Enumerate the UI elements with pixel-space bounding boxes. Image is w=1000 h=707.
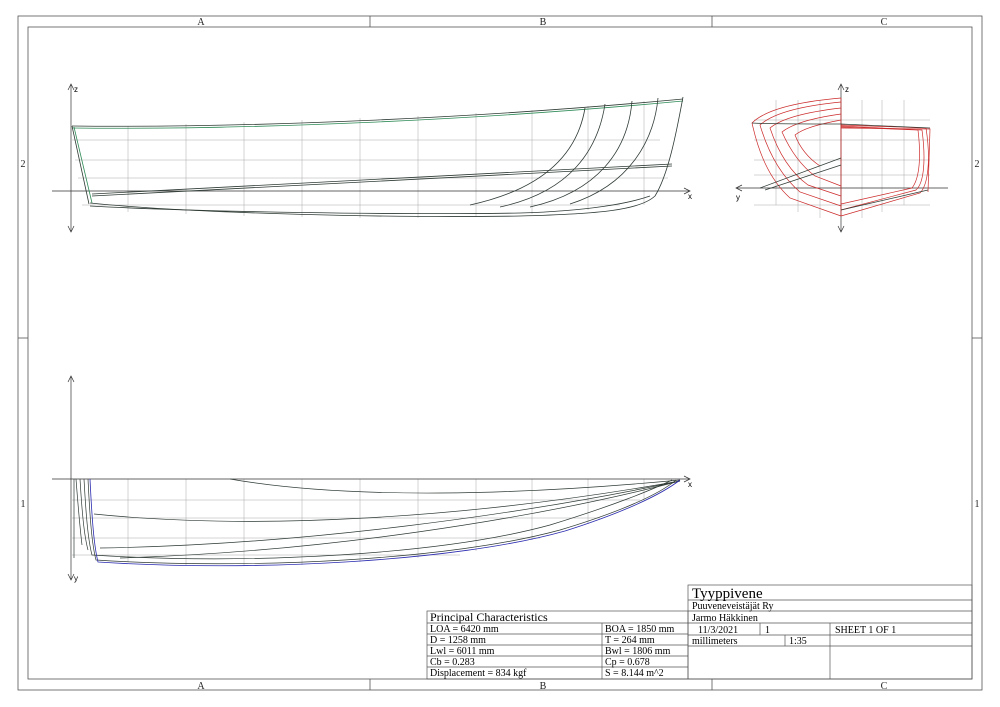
title-block: Tyyppivene Puuveneveistäjät Ry Jarmo Häk… (687, 584, 973, 680)
principal-characteristics-title: Principal Characteristics (430, 610, 548, 624)
zone-top-b: B (540, 17, 547, 28)
pc-row-3-left: Lwl = 6011 mm (430, 646, 495, 657)
author-name: Jarmo Häkkinen (692, 613, 758, 624)
zone-left-1: 1 (21, 499, 26, 510)
plan-axis-y-label: y (74, 574, 78, 583)
sheet-number: SHEET 1 OF 1 (835, 625, 896, 636)
pc-row-4-left: Cb = 0.283 (430, 657, 475, 668)
profile-axis-z-label: z (74, 85, 78, 94)
body-plan-view: y z (735, 83, 948, 233)
sheet-frame (17, 15, 983, 691)
profile-hull-lines (71, 96, 684, 217)
pc-row-5-right: S = 8.144 m^2 (605, 668, 664, 679)
zone-markers: A B C A B C 2 1 2 1 (21, 17, 980, 692)
plan-sheer-line (89, 478, 681, 567)
body-plan-axis-y-label: y (736, 193, 740, 202)
body-plan-stations-aft (751, 97, 842, 217)
body-plan-grid (754, 100, 930, 218)
profile-axes (52, 83, 691, 233)
drawing-date: 11/3/2021 (698, 625, 738, 636)
company-name: Puuveneveistäjät Ry (692, 601, 774, 612)
drawing-units: millimeters (692, 636, 738, 647)
principal-characteristics-table: Principal Characteristics LOA = 6420 mm … (426, 610, 689, 680)
lines-drawing-sheet: A B C A B C 2 1 2 1 x z y z x y Principa… (17, 15, 983, 692)
pc-row-2-right: T = 264 mm (605, 635, 655, 646)
plan-axis-x-label: x (688, 480, 692, 489)
zone-bottom-c: C (881, 681, 888, 692)
pc-row-4-right: Cp = 0.678 (605, 657, 650, 668)
body-plan-axis-z-label: z (845, 85, 849, 94)
zone-right-2: 2 (975, 159, 980, 170)
drawing-revision: 1 (765, 625, 770, 636)
plan-axes (52, 375, 691, 581)
zone-left-2: 2 (21, 159, 26, 170)
zone-top-a: A (197, 17, 205, 28)
pc-row-5-left: Displacement = 834 kgf (430, 668, 527, 679)
profile-axis-x-label: x (688, 192, 692, 201)
drawing-scale: 1:35 (789, 636, 807, 647)
zone-bottom-b: B (540, 681, 547, 692)
pc-row-3-right: Bwl = 1806 mm (605, 646, 671, 657)
zone-right-1: 1 (975, 499, 980, 510)
body-plan-stations-forward (840, 124, 931, 217)
zone-bottom-a: A (197, 681, 205, 692)
zone-top-c: C (881, 17, 888, 28)
profile-view: x z (52, 83, 692, 233)
pc-row-1-right: BOA = 1850 mm (605, 624, 674, 635)
sheer-line (71, 100, 684, 129)
plan-view: x y (52, 375, 692, 583)
pc-row-2-left: D = 1258 mm (430, 635, 486, 646)
drawing-title: Tyyppivene (692, 586, 763, 602)
plan-waterlines (73, 478, 681, 565)
pc-row-1-left: LOA = 6420 mm (430, 624, 499, 635)
